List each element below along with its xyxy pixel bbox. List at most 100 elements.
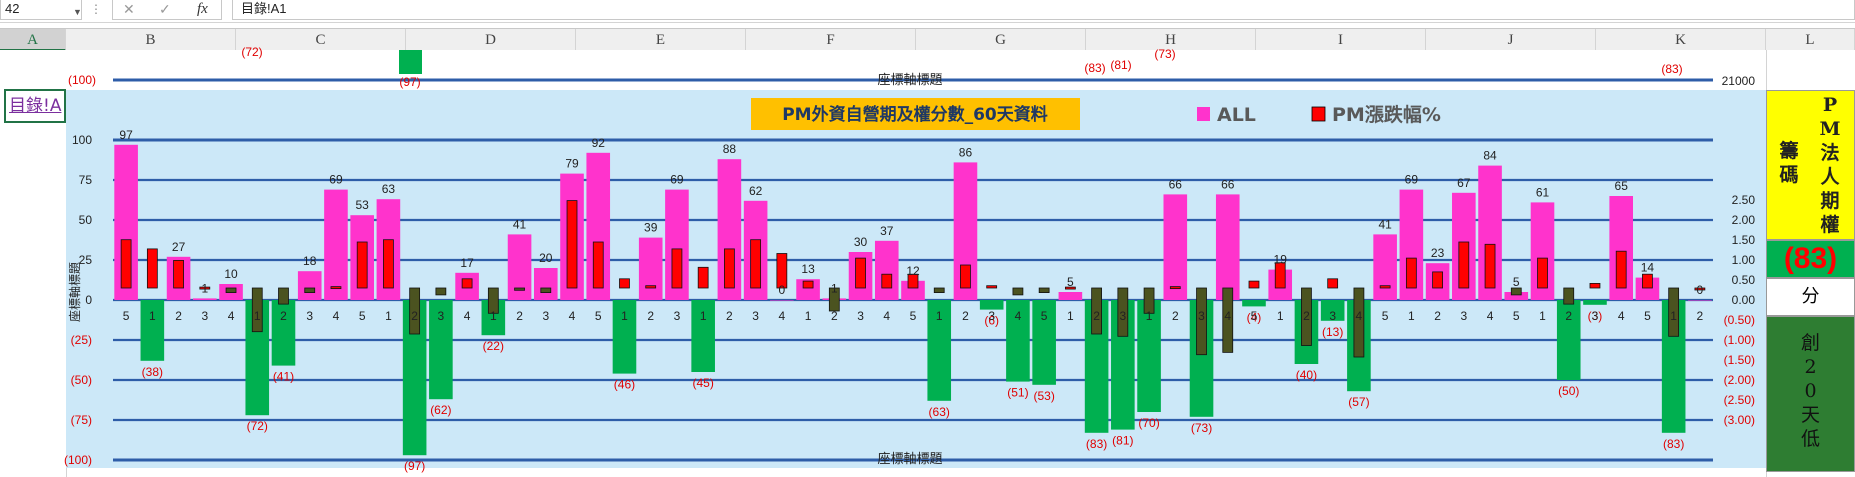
category-label: 5 bbox=[123, 309, 130, 323]
subtitle-char: 碼 bbox=[1779, 164, 1799, 186]
pm-bar[interactable] bbox=[1012, 287, 1024, 296]
pm-bar[interactable] bbox=[960, 264, 971, 289]
pm-bar[interactable] bbox=[1615, 250, 1627, 289]
category-label: 4 bbox=[1618, 309, 1625, 323]
category-label: 1 bbox=[149, 309, 156, 323]
pm-bar[interactable] bbox=[225, 287, 237, 293]
pm-bar[interactable] bbox=[1038, 287, 1050, 293]
pm-bar[interactable] bbox=[1248, 280, 1260, 289]
category-label: 1 bbox=[254, 309, 261, 323]
category-label: 3 bbox=[1329, 309, 1336, 323]
top-right-tick: 21000 bbox=[1722, 74, 1756, 88]
category-label: 1 bbox=[621, 309, 628, 323]
pm-bar[interactable] bbox=[933, 287, 945, 293]
pm-bar[interactable] bbox=[619, 278, 630, 289]
data-label: 39 bbox=[644, 221, 658, 235]
data-label: (53) bbox=[1033, 389, 1054, 403]
pm-bar[interactable] bbox=[1458, 241, 1470, 289]
all-bar[interactable] bbox=[297, 271, 322, 300]
pm-bar[interactable] bbox=[120, 239, 132, 289]
category-label: 3 bbox=[1119, 309, 1126, 323]
y-axis-title: 座標軸標題 bbox=[67, 262, 82, 322]
all-bar[interactable] bbox=[1373, 234, 1397, 300]
bottom-axis-title: 座標軸標題 bbox=[877, 452, 942, 467]
pm-bar[interactable] bbox=[461, 278, 473, 289]
all-bar[interactable] bbox=[1058, 292, 1083, 300]
pm-bar[interactable] bbox=[304, 287, 316, 293]
category-label: 3 bbox=[988, 309, 995, 323]
pm-bar[interactable] bbox=[1327, 278, 1339, 289]
category-label: 2 bbox=[647, 309, 654, 323]
pm-bar[interactable] bbox=[278, 287, 289, 305]
top-fragment-label: (97) bbox=[399, 75, 420, 89]
pm-bar[interactable] bbox=[802, 280, 814, 289]
category-label: 1 bbox=[700, 309, 707, 323]
data-label: (81) bbox=[1112, 434, 1133, 448]
category-label: 4 bbox=[464, 309, 471, 323]
title-char: M bbox=[1819, 118, 1841, 140]
all-bar[interactable] bbox=[1215, 194, 1240, 300]
pm-bar[interactable] bbox=[540, 287, 552, 293]
pm-bar[interactable] bbox=[435, 287, 447, 296]
pm-bar[interactable] bbox=[146, 248, 158, 289]
chart[interactable]: (100)(72)(97)(83) (81)(73)(83) 975(38)127… bbox=[0, 0, 1766, 477]
all-bar[interactable] bbox=[1688, 300, 1712, 301]
data-label: (57) bbox=[1348, 395, 1369, 409]
category-label: 3 bbox=[201, 309, 208, 323]
pm-bar[interactable] bbox=[514, 287, 525, 291]
data-label: (63) bbox=[929, 405, 950, 419]
pm-bar[interactable] bbox=[881, 273, 893, 289]
data-label: 69 bbox=[670, 173, 684, 187]
all-bar[interactable] bbox=[1163, 194, 1188, 300]
data-label: 0 bbox=[1697, 283, 1704, 297]
column-header-l[interactable]: L bbox=[1766, 29, 1855, 51]
all-bar[interactable] bbox=[874, 240, 899, 300]
pm-bar[interactable] bbox=[986, 285, 998, 289]
all-bar[interactable] bbox=[324, 189, 348, 300]
pm-bar[interactable] bbox=[383, 239, 394, 289]
data-label: 19 bbox=[1274, 253, 1288, 267]
score-value: (83) bbox=[1783, 242, 1838, 275]
pm-bar[interactable] bbox=[356, 241, 368, 289]
y-left-tick: 50 bbox=[79, 213, 93, 227]
pm-bar[interactable] bbox=[671, 248, 683, 289]
pm-bar[interactable] bbox=[724, 248, 735, 289]
pm-bar[interactable] bbox=[1642, 273, 1653, 289]
pm-bar[interactable] bbox=[1169, 286, 1181, 290]
pm-bar[interactable] bbox=[750, 239, 762, 289]
pm-bar[interactable] bbox=[645, 285, 657, 289]
all-bar[interactable] bbox=[1583, 300, 1607, 305]
pm-bar[interactable] bbox=[1432, 271, 1443, 289]
pm-bar[interactable] bbox=[1537, 257, 1548, 289]
pm-bar[interactable] bbox=[697, 266, 709, 289]
data-label: 37 bbox=[880, 224, 894, 238]
pm-bar[interactable] bbox=[1405, 257, 1417, 289]
all-bar[interactable] bbox=[533, 268, 558, 300]
category-label: 2 bbox=[280, 309, 287, 323]
pm-bar[interactable] bbox=[855, 257, 866, 289]
all-bar[interactable] bbox=[1242, 300, 1266, 307]
note-char: 創 bbox=[1800, 332, 1820, 354]
category-label: 2 bbox=[726, 309, 733, 323]
pm-bar[interactable] bbox=[1510, 287, 1522, 296]
category-label: 2 bbox=[1303, 309, 1310, 323]
all-bar[interactable] bbox=[193, 298, 217, 300]
data-label: 86 bbox=[959, 145, 973, 159]
pm-bar[interactable] bbox=[330, 286, 342, 290]
pm-bar[interactable] bbox=[1379, 285, 1391, 289]
category-label: 1 bbox=[1146, 309, 1153, 323]
all-bar[interactable] bbox=[638, 237, 663, 300]
pm-bar[interactable] bbox=[592, 241, 604, 289]
category-label: 2 bbox=[831, 309, 838, 323]
pm-bar[interactable] bbox=[566, 200, 578, 289]
pm-bar[interactable] bbox=[1484, 243, 1496, 289]
category-label: 2 bbox=[1172, 309, 1179, 323]
all-bar[interactable] bbox=[770, 300, 794, 301]
category-label: 5 bbox=[1644, 309, 1651, 323]
category-label: 1 bbox=[1670, 309, 1677, 323]
data-label: 79 bbox=[565, 157, 579, 171]
data-label: 27 bbox=[172, 240, 186, 254]
pm-bar[interactable] bbox=[173, 259, 184, 289]
pm-bar[interactable] bbox=[1589, 282, 1601, 289]
pm-bar[interactable] bbox=[1563, 287, 1575, 305]
